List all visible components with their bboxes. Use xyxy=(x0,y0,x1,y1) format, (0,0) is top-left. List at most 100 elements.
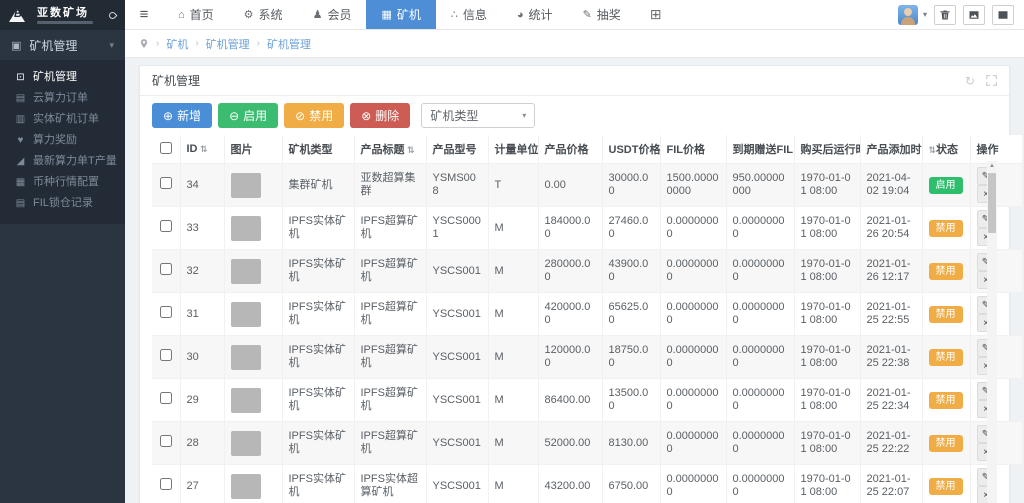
col-header-gift_fil: 到期赠送FIL xyxy=(726,135,794,164)
brand-name: 亚数矿场 xyxy=(37,7,93,19)
sort-icon[interactable]: ⇅ xyxy=(929,145,937,155)
row-checkbox[interactable] xyxy=(160,435,172,447)
cell-price: 86400.00 xyxy=(538,379,602,422)
col-header-label: 产品价格 xyxy=(545,144,589,156)
sidebar-item-cloud-hashrate-orders[interactable]: ▤云算力订单 xyxy=(0,88,125,109)
cell-type: IPFS实体矿机 xyxy=(282,336,354,379)
nav-item-label: 抽奖 xyxy=(597,6,621,23)
sidebar-group-miner-manage[interactable]: ▣ 矿机管理 ▾ xyxy=(0,30,125,60)
sidebar-item-physical-miner-orders[interactable]: ▥实体矿机订单 xyxy=(0,109,125,130)
heart-icon: ♥ xyxy=(15,134,26,147)
col-header-model: 产品型号 xyxy=(426,135,488,164)
enable-button[interactable]: ⊖启用 xyxy=(218,103,278,128)
user-menu[interactable]: ▾ xyxy=(898,5,927,25)
col-header-label: 状态 xyxy=(936,144,958,156)
sidebar-item-label: FIL锁仓记录 xyxy=(33,197,93,210)
cell-select xyxy=(152,293,180,336)
brand-logo-icon: B xyxy=(9,7,31,23)
row-checkbox[interactable] xyxy=(160,220,172,232)
nav-item-label: 系统 xyxy=(259,6,283,23)
status-badge: 禁用 xyxy=(929,263,963,280)
cell-model: YSCS001 xyxy=(426,336,488,379)
hamburger-icon[interactable]: ≡ xyxy=(125,0,163,29)
nav-item-member[interactable]: ♟会员 xyxy=(298,0,367,29)
fullscreen-icon[interactable] xyxy=(986,75,997,86)
nav-item-lottery[interactable]: ✎抽奖 xyxy=(568,0,636,29)
sidebar-item-latest-output[interactable]: ◢最新算力单T产量 xyxy=(0,151,125,172)
product-image-placeholder xyxy=(231,216,261,241)
cell-run_time: 1970-01-01 08:00 xyxy=(794,422,860,465)
cell-add_time: 2021-04-02 19:04 xyxy=(860,164,922,207)
col-header-usdt_price: USDT价格 xyxy=(602,135,660,164)
trash-button[interactable] xyxy=(934,5,956,25)
nav-item-miner[interactable]: ▦矿机 xyxy=(366,0,435,29)
sidebar-item-hashrate-reward[interactable]: ♥算力奖励 xyxy=(0,130,125,151)
table-cells-icon: ▥ xyxy=(15,113,26,126)
cell-run_time: 1970-01-01 08:00 xyxy=(794,207,860,250)
row-checkbox[interactable] xyxy=(160,306,172,318)
sidebar-item-label: 币种行情配置 xyxy=(33,176,99,189)
select-all-checkbox[interactable] xyxy=(160,142,172,154)
sidebar-item-label: 云算力订单 xyxy=(33,92,88,105)
nav-item-label: 会员 xyxy=(327,6,351,23)
row-checkbox[interactable] xyxy=(160,177,172,189)
col-header-label: FIL价格 xyxy=(667,144,706,156)
col-header-label: 产品添加时间 xyxy=(867,144,923,156)
breadcrumb-separator: › xyxy=(156,38,159,49)
cell-model: YSMS008 xyxy=(426,164,488,207)
map-pin-icon xyxy=(139,38,149,49)
scrollbar-thumb[interactable] xyxy=(988,173,996,233)
breadcrumb-link[interactable]: 矿机管理 xyxy=(267,36,311,52)
cell-image xyxy=(224,207,282,250)
nav-item-stats[interactable]: ◕统计 xyxy=(502,0,568,29)
row-checkbox[interactable] xyxy=(160,392,172,404)
cell-type: IPFS实体矿机 xyxy=(282,207,354,250)
disable-button[interactable]: ⊘禁用 xyxy=(284,103,344,128)
refresh-icon[interactable]: ↻ xyxy=(965,74,975,88)
cell-unit: M xyxy=(488,422,538,465)
nav-item-label: 统计 xyxy=(529,6,553,23)
add-button[interactable]: ⊕新增 xyxy=(152,103,212,128)
col-header-label: 产品型号 xyxy=(433,144,477,156)
table-scrollbar[interactable]: ▲ ▼ xyxy=(987,161,997,503)
delete-button[interactable]: ⊗删除 xyxy=(350,103,410,128)
miner-type-select[interactable]: 矿机类型 ▾ xyxy=(421,103,535,128)
row-checkbox[interactable] xyxy=(160,349,172,361)
sort-icon[interactable]: ⇅ xyxy=(198,144,208,154)
cell-usdt_price: 65625.00 xyxy=(602,293,660,336)
breadcrumb-link[interactable]: 矿机管理 xyxy=(206,36,250,52)
breadcrumb-link[interactable]: 矿机 xyxy=(166,36,188,52)
nav-item-system[interactable]: ⚙系统 xyxy=(229,0,298,29)
nav-item-home[interactable]: ⌂首页 xyxy=(163,0,229,29)
sidebar-item-fil-lock-records[interactable]: ▤FIL锁仓记录 xyxy=(0,193,125,214)
row-checkbox[interactable] xyxy=(160,478,172,490)
sidebar-item-coin-market-config[interactable]: ▦币种行情配置 xyxy=(0,172,125,193)
delete-button-label: 删除 xyxy=(375,107,399,124)
scroll-up-icon[interactable]: ▲ xyxy=(987,161,997,171)
table-row: 30IPFS实体矿机IPFS超算矿机YSCS001M120000.0018750… xyxy=(152,336,1022,379)
nav-item-label: 信息 xyxy=(463,6,487,23)
cell-status: 禁用 xyxy=(922,379,970,422)
cell-usdt_price: 18750.00 xyxy=(602,336,660,379)
cell-status: 禁用 xyxy=(922,207,970,250)
nav-item-info[interactable]: ∴信息 xyxy=(436,0,502,29)
cell-model: YSCS001 xyxy=(426,465,488,503)
row-checkbox[interactable] xyxy=(160,263,172,275)
sidebar-item-miner-manage[interactable]: ⊡矿机管理 xyxy=(0,67,125,88)
brand: B 亚数矿场 xyxy=(0,0,125,30)
table-row: 32IPFS实体矿机IPFS超算矿机YSCS001M280000.0043900… xyxy=(152,250,1022,293)
cell-price: 52000.00 xyxy=(538,422,602,465)
col-header-status: ⇅状态 xyxy=(922,135,970,164)
col-header-label: 产品标题 xyxy=(361,144,405,156)
cell-gift_fil: 0.00000000 xyxy=(726,250,794,293)
sort-icon[interactable]: ⇅ xyxy=(405,145,415,155)
cell-title: IPFS超算矿机 xyxy=(354,207,426,250)
screenshot-button[interactable] xyxy=(963,5,985,25)
droplet-icon xyxy=(108,10,118,20)
cell-status: 禁用 xyxy=(922,336,970,379)
apps-grid-icon[interactable]: ⊞ xyxy=(636,0,676,29)
log-button[interactable] xyxy=(992,5,1014,25)
table-zone: ID ⇅图片矿机类型产品标题 ⇅产品型号计量单位产品价格USDT价格FIL价格到… xyxy=(152,135,997,503)
cell-select xyxy=(152,336,180,379)
cell-model: YSCS001 xyxy=(426,293,488,336)
